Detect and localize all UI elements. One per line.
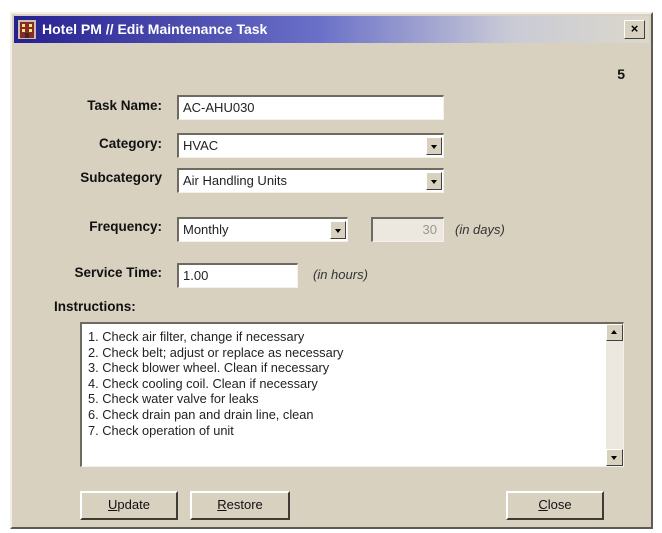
chevron-down-icon[interactable] bbox=[330, 221, 346, 239]
close-label: lose bbox=[547, 497, 572, 512]
instruction-line: 4. Check cooling coil. Clean if necessar… bbox=[88, 375, 318, 391]
close-icon: × bbox=[630, 21, 639, 36]
restore-label: estore bbox=[226, 497, 263, 512]
category-label: Category: bbox=[98, 136, 162, 151]
subcategory-label: Subcategory bbox=[80, 170, 162, 185]
frequency-days-input[interactable]: 30 bbox=[371, 217, 444, 242]
task-name-label: Task Name: bbox=[87, 98, 162, 113]
chevron-down-icon[interactable] bbox=[426, 172, 442, 190]
update-button[interactable]: Update bbox=[80, 491, 178, 520]
update-label: pdate bbox=[117, 497, 150, 512]
subcategory-select[interactable]: Air Handling Units bbox=[177, 168, 444, 193]
close-button[interactable]: Close bbox=[506, 491, 604, 520]
frequency-value: Monthly bbox=[183, 222, 229, 237]
window-title: Hotel PM // Edit Maintenance Task bbox=[42, 21, 268, 37]
update-accelerator: U bbox=[108, 497, 118, 512]
category-select[interactable]: HVAC bbox=[177, 133, 444, 158]
task-name-input[interactable]: AC-AHU030 bbox=[177, 95, 444, 120]
close-accelerator: C bbox=[538, 497, 548, 512]
title-bar[interactable]: Hotel PM // Edit Maintenance Task × bbox=[14, 16, 649, 43]
instruction-line: 5. Check water valve for leaks bbox=[88, 391, 259, 407]
instructions-textarea[interactable]: 1. Check air filter, change if necessary… bbox=[80, 322, 624, 467]
scroll-up-icon[interactable] bbox=[606, 324, 623, 341]
restore-accelerator: R bbox=[217, 497, 227, 512]
instruction-line: 3. Check blower wheel. Clean if necessar… bbox=[88, 360, 330, 376]
hotel-building-icon bbox=[18, 20, 36, 39]
service-time-hint: (in hours) bbox=[313, 267, 368, 282]
record-number: 5 bbox=[617, 66, 625, 82]
instruction-line: 1. Check air filter, change if necessary bbox=[88, 329, 305, 344]
restore-button[interactable]: Restore bbox=[190, 491, 290, 520]
chevron-down-icon[interactable] bbox=[426, 137, 442, 155]
instructions-scrollbar[interactable] bbox=[606, 324, 623, 466]
subcategory-value: Air Handling Units bbox=[183, 173, 288, 188]
scroll-down-icon[interactable] bbox=[606, 449, 623, 466]
instruction-line: 7. Check operation of unit bbox=[88, 422, 234, 438]
frequency-select[interactable]: Monthly bbox=[177, 217, 348, 242]
instruction-line: 6. Check drain pan and drain line, clean bbox=[88, 406, 314, 422]
edit-maintenance-task-window: Hotel PM // Edit Maintenance Task × 5 Ta… bbox=[10, 12, 653, 529]
instructions-label: Instructions: bbox=[54, 299, 136, 314]
service-time-input[interactable]: 1.00 bbox=[177, 263, 298, 288]
close-window-button[interactable]: × bbox=[624, 20, 645, 39]
instruction-line: 2. Check belt; adjust or replace as nece… bbox=[88, 344, 344, 360]
category-value: HVAC bbox=[183, 138, 219, 153]
frequency-label: Frequency: bbox=[89, 219, 162, 234]
service-time-label: Service Time: bbox=[74, 265, 162, 280]
frequency-days-hint: (in days) bbox=[455, 222, 505, 237]
